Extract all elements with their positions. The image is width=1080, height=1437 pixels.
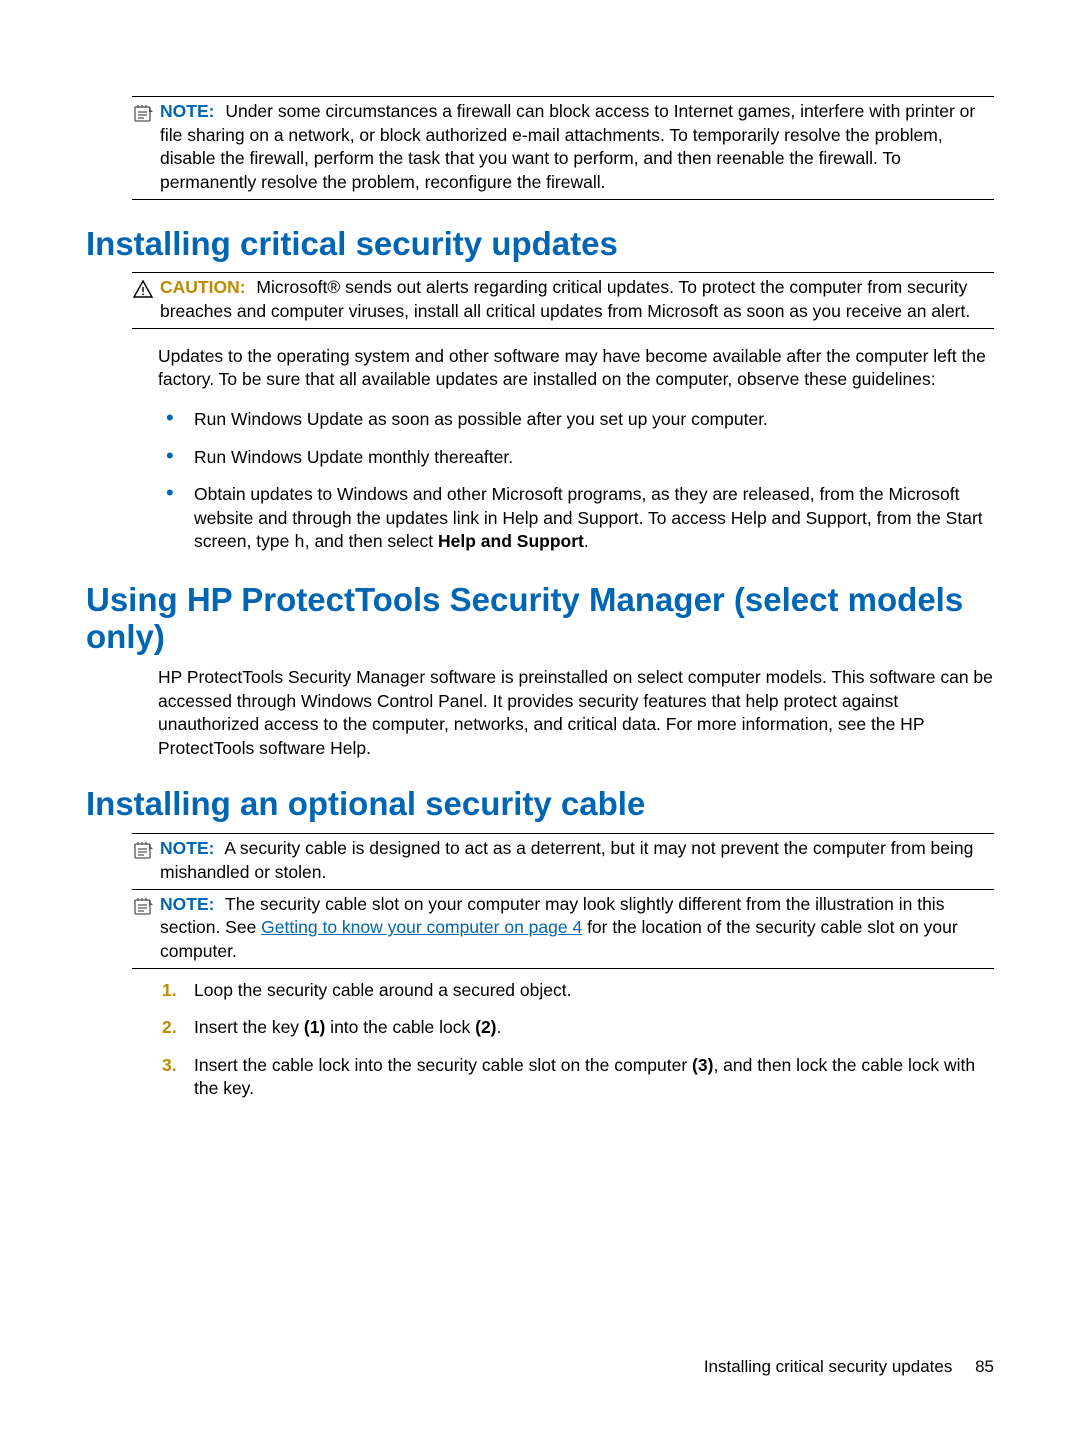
list-item: Run Windows Update monthly thereafter. (158, 446, 994, 470)
page-footer: Installing critical security updates 85 (704, 1356, 994, 1379)
note-icon (132, 100, 160, 195)
note-icon (132, 837, 160, 884)
note-label: NOTE: (160, 894, 214, 914)
caution-icon (132, 276, 160, 323)
note-callout-firewall: NOTE: Under some circumstances a firewal… (132, 96, 994, 200)
footer-title: Installing critical security updates (704, 1357, 953, 1376)
step-text: . (497, 1017, 502, 1037)
bullet-text: Run Windows Update as soon as possible a… (194, 409, 768, 429)
note-callout-deterrent: NOTE: A security cable is designed to ac… (132, 833, 994, 888)
bullet-text: Run Windows Update monthly thereafter. (194, 447, 513, 467)
note-callout-slot: NOTE: The security cable slot on your co… (132, 889, 994, 969)
list-item: Insert the key (1) into the cable lock (… (158, 1016, 994, 1040)
note-body: NOTE: A security cable is designed to ac… (160, 837, 994, 884)
updates-bullet-list: Run Windows Update as soon as possible a… (158, 408, 994, 556)
caution-callout: CAUTION: Microsoft® sends out alerts reg… (132, 272, 994, 328)
step-text: Insert the key (194, 1017, 304, 1037)
callout-number: (1) (304, 1017, 325, 1037)
step-text: Insert the cable lock into the security … (194, 1055, 692, 1075)
list-item: Insert the cable lock into the security … (158, 1054, 994, 1101)
list-item: Run Windows Update as soon as possible a… (158, 408, 994, 432)
heading-protecttools: Using HP ProtectTools Security Manager (… (86, 582, 994, 656)
steps-list: Loop the security cable around a secured… (158, 979, 994, 1102)
updates-paragraph: Updates to the operating system and othe… (158, 345, 994, 392)
cable-steps: Loop the security cable around a secured… (158, 979, 994, 1102)
note-label: NOTE: (160, 838, 214, 858)
protecttools-paragraph: HP ProtectTools Security Manager softwar… (158, 666, 994, 761)
note-body: NOTE: Under some circumstances a firewal… (160, 100, 994, 195)
bullet-text: , and then select (305, 531, 438, 551)
step-text: Loop the security cable around a secured… (194, 980, 571, 1000)
bullet-text: . (584, 531, 589, 551)
list-item: Loop the security cable around a secured… (158, 979, 994, 1003)
callout-number: (2) (475, 1017, 496, 1037)
note-text: A security cable is designed to act as a… (160, 838, 973, 882)
caution-label: CAUTION: (160, 277, 246, 297)
updates-content: Updates to the operating system and othe… (158, 345, 994, 556)
step-text: into the cable lock (325, 1017, 475, 1037)
heading-security-cable: Installing an optional security cable (86, 786, 994, 823)
caution-body: CAUTION: Microsoft® sends out alerts reg… (160, 276, 994, 323)
page-number: 85 (975, 1357, 994, 1376)
heading-critical-updates: Installing critical security updates (86, 226, 994, 263)
mono-char: h (294, 533, 305, 553)
list-item: Obtain updates to Windows and other Micr… (158, 483, 994, 556)
note-icon (132, 893, 160, 964)
document-page: NOTE: Under some circumstances a firewal… (0, 0, 1080, 1101)
link-getting-to-know[interactable]: Getting to know your computer on page 4 (261, 917, 582, 937)
caution-text: Microsoft® sends out alerts regarding cr… (160, 277, 970, 321)
bold-text: Help and Support (438, 531, 584, 551)
protecttools-content: HP ProtectTools Security Manager softwar… (158, 666, 994, 761)
note-label: NOTE: (160, 101, 214, 121)
callout-number: (3) (692, 1055, 713, 1075)
note-text: Under some circumstances a firewall can … (160, 101, 975, 192)
note-body: NOTE: The security cable slot on your co… (160, 893, 994, 964)
